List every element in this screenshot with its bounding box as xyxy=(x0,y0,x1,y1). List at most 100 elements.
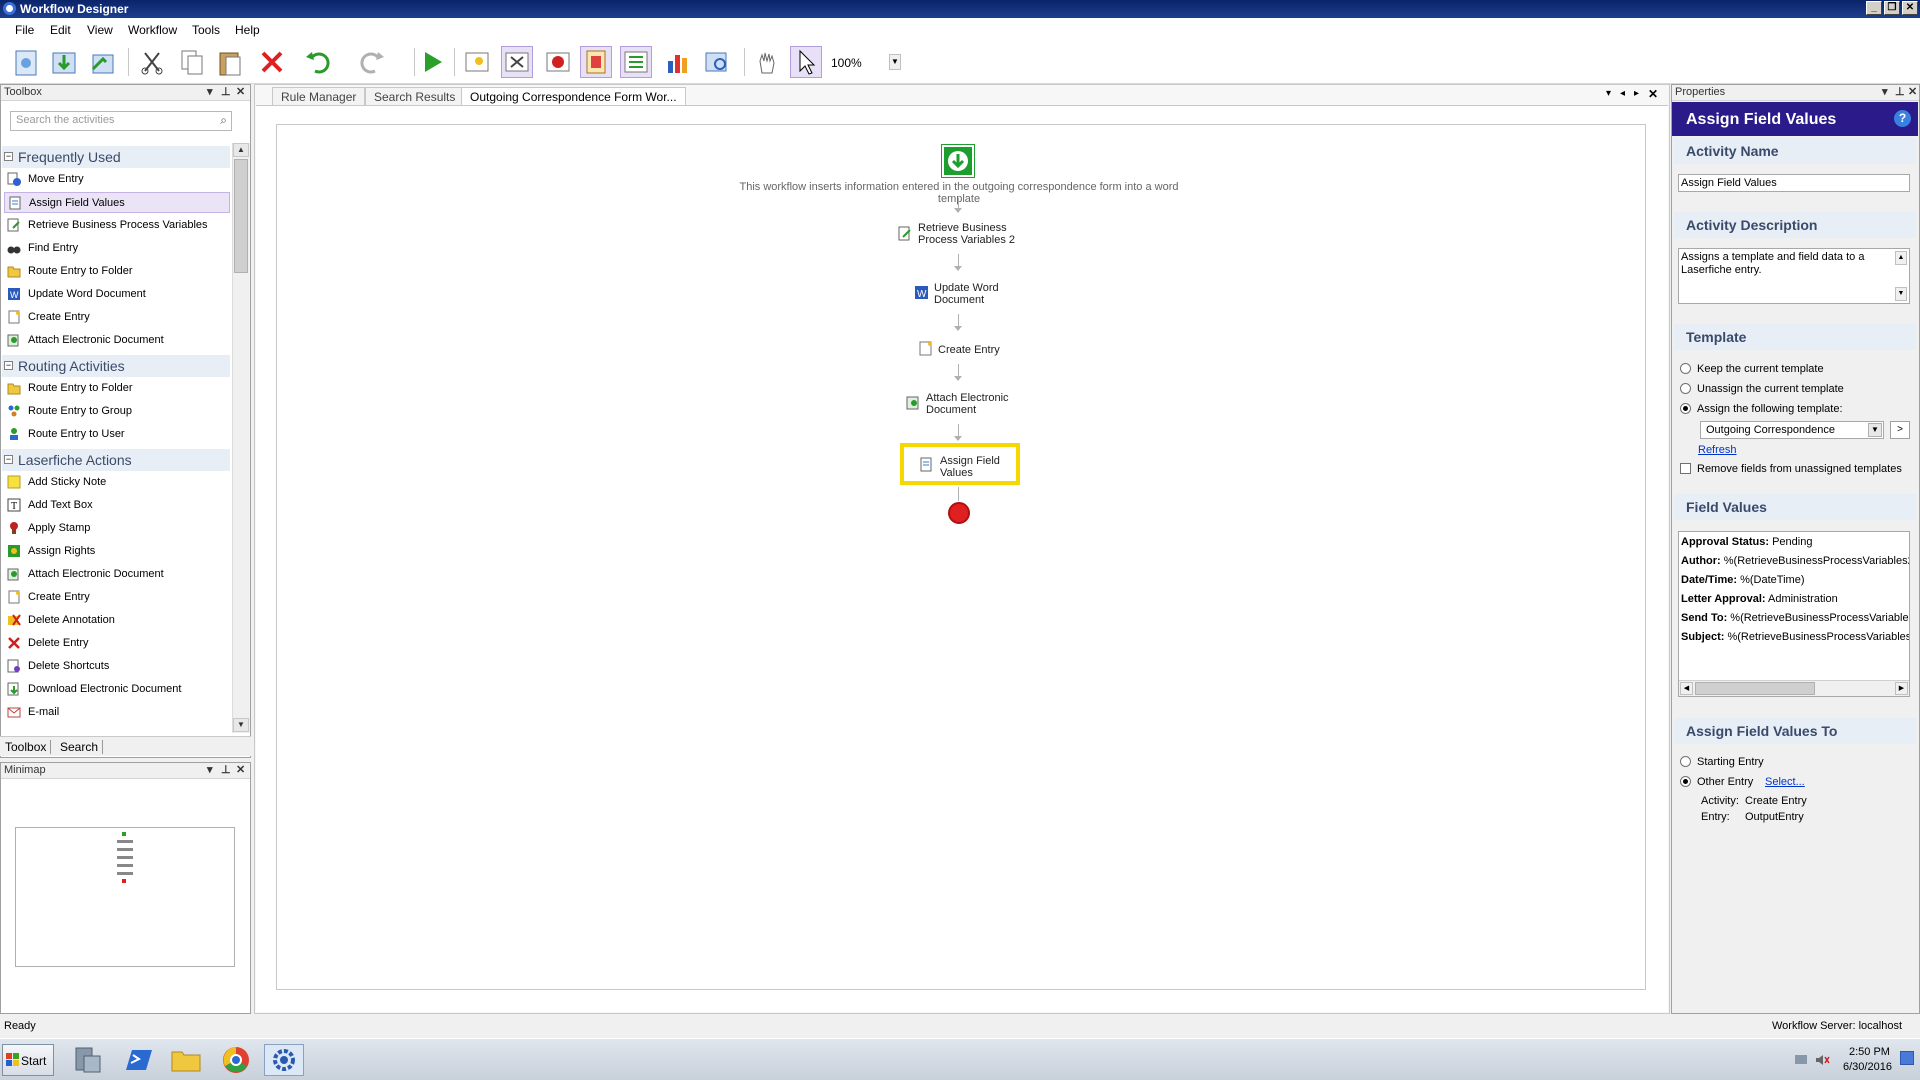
help-icon[interactable]: ? xyxy=(1894,110,1911,127)
chrome-icon[interactable] xyxy=(216,1044,256,1076)
toolbox-item-route-entry-to-folder[interactable]: Route Entry to Folder xyxy=(4,261,230,282)
toolbox-item-download-electronic-document[interactable]: Download Electronic Document xyxy=(4,679,230,700)
search-icon[interactable]: ⌕ xyxy=(220,113,227,128)
tab-scroll-left-icon[interactable]: ◂ xyxy=(1620,88,1625,99)
close-panel-icon[interactable]: ✕ xyxy=(236,763,245,776)
wf-step-retrieve-bp-variables[interactable]: Retrieve Business Process Variables 2 xyxy=(896,220,1026,250)
toolbox-item-attach-electronic-document-2[interactable]: Attach Electronic Document xyxy=(4,564,230,585)
minimap-viewport[interactable] xyxy=(15,827,235,967)
toolbox-item-route-entry-to-folder-2[interactable]: Route Entry to Folder xyxy=(4,378,230,399)
server-manager-icon[interactable] xyxy=(68,1044,108,1076)
find-entry-icon[interactable] xyxy=(461,46,493,78)
radio-assign-template[interactable] xyxy=(1680,403,1691,414)
template-open-button[interactable]: > xyxy=(1890,421,1910,439)
close-window-button[interactable]: ✕ xyxy=(1902,1,1918,15)
activity-name-input[interactable]: Assign Field Values xyxy=(1678,174,1910,192)
toolbox-scrollbar[interactable]: ▲ ▼ xyxy=(232,143,250,733)
panel-menu-icon[interactable]: ▾ xyxy=(207,85,213,98)
radio-starting-entry[interactable] xyxy=(1680,756,1691,767)
panel-menu-icon[interactable]: ▾ xyxy=(207,763,213,776)
toolbox-item-create-entry[interactable]: Create Entry xyxy=(4,307,230,328)
open-icon[interactable] xyxy=(48,46,80,78)
menu-help[interactable]: Help xyxy=(235,23,260,37)
scroll-thumb[interactable] xyxy=(234,159,248,273)
tab-scroll-right-icon[interactable]: ▸ xyxy=(1634,88,1639,99)
file-explorer-icon[interactable] xyxy=(166,1044,206,1076)
chevron-down-icon[interactable]: ▼ xyxy=(1868,423,1882,437)
menu-view[interactable]: View xyxy=(87,23,113,37)
toolbox-item-delete-shortcuts[interactable]: Delete Shortcuts xyxy=(4,656,230,677)
restore-button[interactable]: ❐ xyxy=(1884,1,1900,15)
delete-icon[interactable] xyxy=(256,46,288,78)
menu-file[interactable]: File xyxy=(15,23,34,37)
field-row[interactable]: Author: %(RetrieveBusinessProcessVariabl… xyxy=(1681,555,1909,567)
radio-other-entry[interactable] xyxy=(1680,776,1691,787)
pin-icon[interactable]: ⊥ xyxy=(1895,85,1905,98)
paste-icon[interactable] xyxy=(214,46,246,78)
tab-list-icon[interactable]: ▾ xyxy=(1606,88,1611,99)
toolbox-item-delete-entry[interactable]: Delete Entry xyxy=(4,633,230,654)
field-row[interactable]: Letter Approval: Administration xyxy=(1681,593,1838,605)
radio-keep-template[interactable] xyxy=(1680,363,1691,374)
tab-search-results[interactable]: Search Results xyxy=(365,87,465,105)
show-desktop-icon[interactable] xyxy=(1900,1051,1914,1065)
copy-icon[interactable] xyxy=(176,46,208,78)
minimize-button[interactable]: _ xyxy=(1866,1,1882,15)
end-node[interactable] xyxy=(948,502,970,524)
zoom-dropdown-icon[interactable]: ▼ xyxy=(889,54,901,70)
collapse-icon[interactable]: − xyxy=(4,455,13,464)
radio-unassign-template[interactable] xyxy=(1680,383,1691,394)
terminate-icon[interactable] xyxy=(542,46,574,78)
remove-fields-checkbox[interactable] xyxy=(1680,463,1691,474)
scroll-up-icon[interactable]: ▲ xyxy=(233,143,249,157)
toolbox-item-assign-field-values[interactable]: Assign Field Values xyxy=(4,192,230,213)
checklist-icon[interactable] xyxy=(620,46,652,78)
form-icon[interactable] xyxy=(580,46,612,78)
toolbox-search-input[interactable]: Search the activities ⌕ xyxy=(10,111,232,131)
select-entry-link[interactable]: Select... xyxy=(1765,776,1805,788)
settings-tools-icon[interactable] xyxy=(501,46,533,78)
field-row[interactable]: Approval Status: Pending xyxy=(1681,536,1812,548)
toolbox-item-route-entry-to-group[interactable]: Route Entry to Group xyxy=(4,401,230,422)
scroll-right-icon[interactable]: ▶ xyxy=(1895,682,1908,695)
wf-step-attach-electronic-document[interactable]: Attach Electronic Document xyxy=(904,390,1034,420)
toolbox-item-create-entry-2[interactable]: Create Entry xyxy=(4,587,230,608)
workflow-canvas[interactable] xyxy=(276,124,1646,990)
close-panel-icon[interactable]: ✕ xyxy=(1908,85,1917,98)
toolbox-item-assign-rights[interactable]: Assign Rights xyxy=(4,541,230,562)
pin-icon[interactable]: ⊥ xyxy=(221,85,231,98)
redo-icon[interactable] xyxy=(356,46,388,78)
toolbox-item-retrieve-bp-variables[interactable]: Retrieve Business Process Variables xyxy=(4,215,230,236)
start-button[interactable]: Start xyxy=(2,1044,54,1076)
close-tab-icon[interactable]: ✕ xyxy=(1648,87,1658,101)
menu-workflow[interactable]: Workflow xyxy=(128,23,177,37)
tab-rule-manager[interactable]: Rule Manager xyxy=(272,87,366,105)
section-laserfiche-actions[interactable]: − Laserfiche Actions xyxy=(2,449,230,471)
field-row[interactable]: Subject: %(RetrieveBusinessProcessVariab… xyxy=(1681,631,1909,643)
panel-menu-icon[interactable]: ▾ xyxy=(1882,85,1888,98)
field-row[interactable]: Send To: %(RetrieveBusinessProcessVariab… xyxy=(1681,612,1909,624)
close-panel-icon[interactable]: ✕ xyxy=(236,85,245,98)
template-select[interactable]: Outgoing Correspondence ▼ xyxy=(1700,421,1884,439)
tab-toolbox[interactable]: Toolbox xyxy=(5,740,52,754)
collapse-icon[interactable]: − xyxy=(4,152,13,161)
toolbox-item-find-entry[interactable]: Find Entry xyxy=(4,238,230,259)
menu-tools[interactable]: Tools xyxy=(192,23,220,37)
section-routing-activities[interactable]: − Routing Activities xyxy=(2,355,230,377)
refresh-link[interactable]: Refresh xyxy=(1698,444,1737,456)
pan-hand-icon[interactable] xyxy=(751,46,783,78)
search-network-icon[interactable] xyxy=(701,46,733,78)
new-workflow-icon[interactable] xyxy=(10,46,42,78)
scroll-down-icon[interactable]: ▼ xyxy=(233,718,249,732)
menu-edit[interactable]: Edit xyxy=(50,23,71,37)
wf-step-update-word-document[interactable]: W Update Word Document xyxy=(912,280,1022,310)
toolbox-item-move-entry[interactable]: Move Entry xyxy=(4,169,230,190)
scroll-down-icon[interactable]: ▼ xyxy=(1895,287,1907,301)
toolbox-item-add-sticky-note[interactable]: Add Sticky Note xyxy=(4,472,230,493)
toolbox-item-email[interactable]: E-mail xyxy=(4,702,230,723)
toolbox-item-route-entry-to-user[interactable]: Route Entry to User xyxy=(4,424,230,445)
toolbox-item-update-word-document[interactable]: W Update Word Document xyxy=(4,284,230,305)
powershell-icon[interactable] xyxy=(118,1044,158,1076)
horizontal-scrollbar[interactable]: ◀ ▶ xyxy=(1679,680,1909,696)
scroll-thumb[interactable] xyxy=(1695,682,1815,695)
